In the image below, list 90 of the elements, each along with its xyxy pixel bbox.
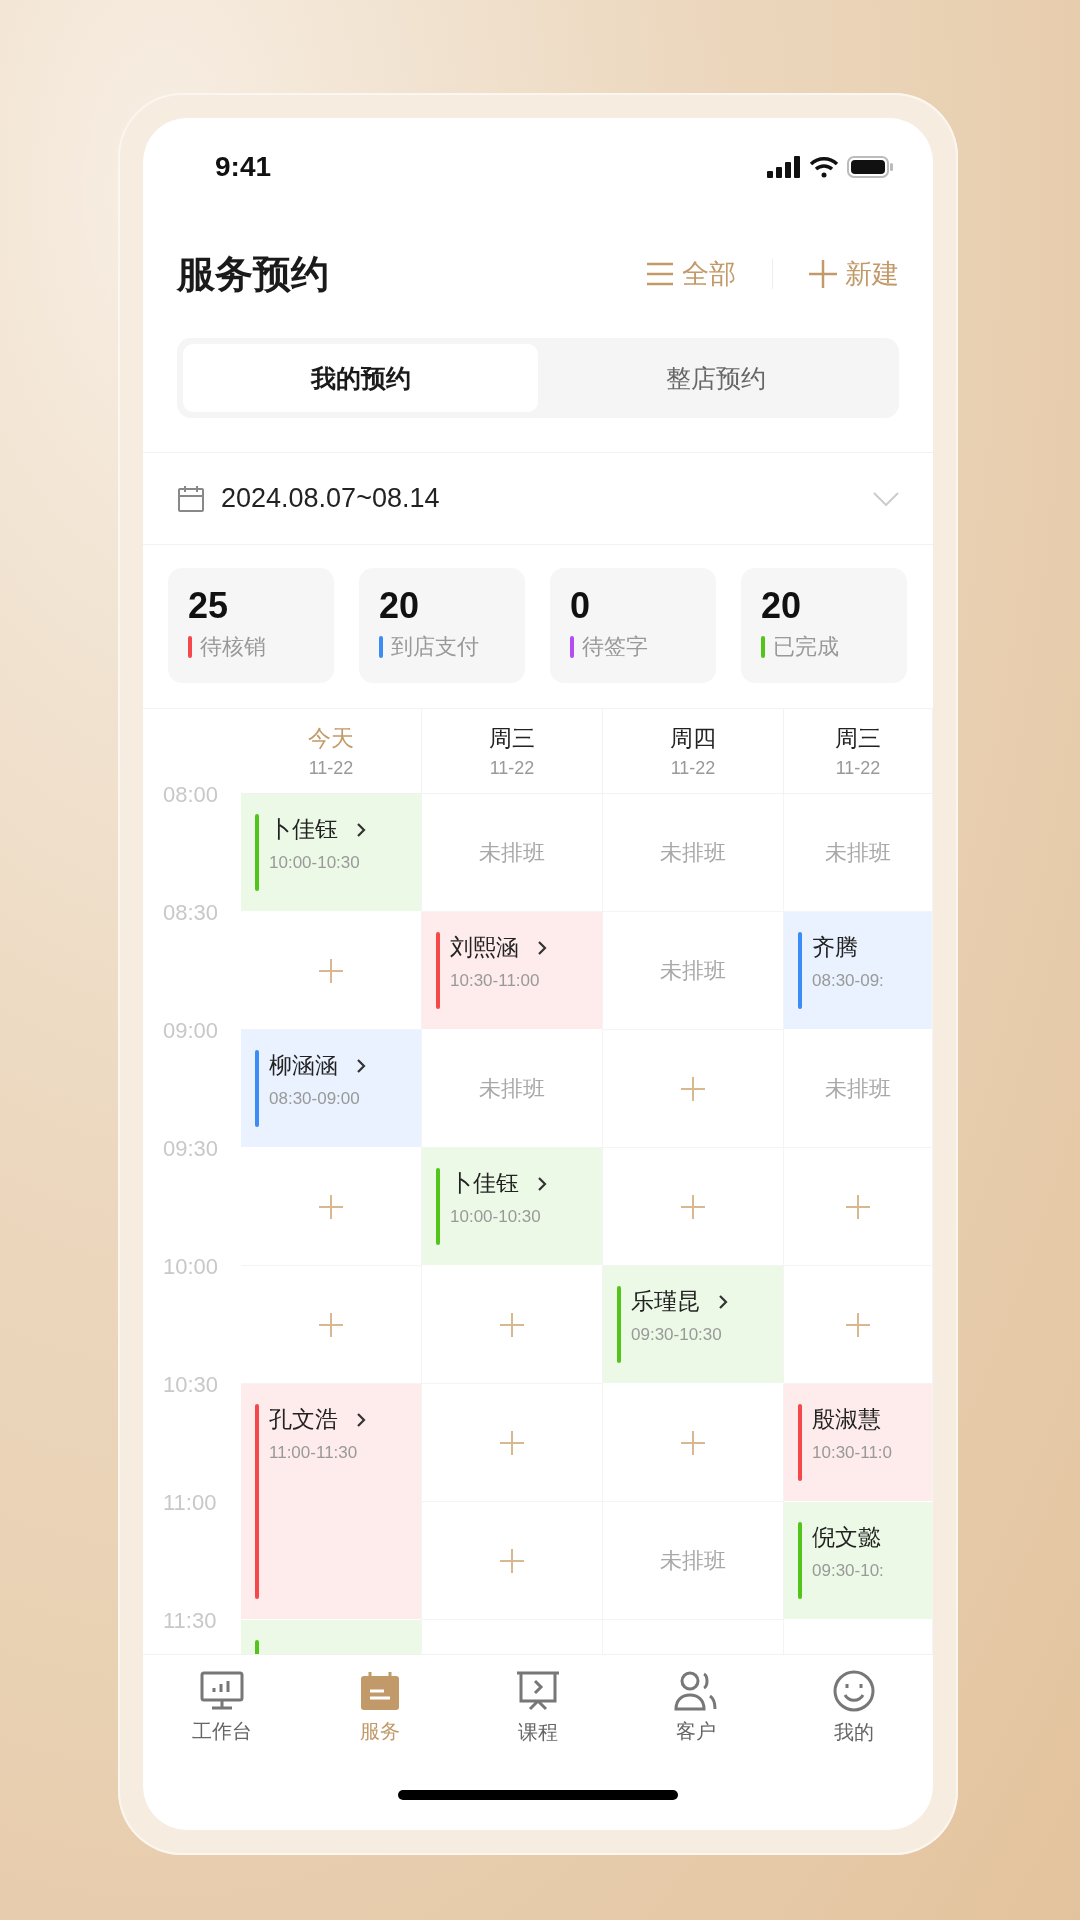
unscheduled-label: 未排班 [660, 956, 726, 985]
appointment-name: 乐瑾昆 [631, 1287, 700, 1316]
unscheduled-label: 未排班 [479, 838, 545, 867]
stat-value: 20 [379, 584, 421, 628]
appointment-name: 殷淑慧 [812, 1405, 881, 1434]
stat-label: 待签字 [582, 633, 648, 661]
stat-value: 20 [761, 584, 803, 628]
appointment-name: 卜佳钰 [450, 1169, 519, 1198]
appointment-name: 倪文懿 [812, 1523, 881, 1552]
appointment-card[interactable]: 柳涵涵 08:30-09:00 [241, 1030, 422, 1148]
day-date: 11-22 [835, 758, 881, 779]
calendar-icon [177, 484, 205, 513]
stat-label: 已完成 [773, 633, 839, 661]
unscheduled-label: 未排班 [660, 1546, 726, 1575]
add-slot-button[interactable] [603, 1030, 784, 1148]
day-name: 周三 [489, 724, 535, 753]
monitor-chart-icon [199, 1670, 245, 1712]
stat-card[interactable]: 0 待签字 [550, 568, 716, 683]
plus-icon [319, 958, 343, 983]
stat-value: 0 [570, 584, 592, 628]
tab[interactable]: 我的预约 [183, 344, 538, 412]
plus-icon [681, 1194, 705, 1219]
day-date: 11-22 [670, 758, 716, 779]
appointment-time: 10:00-10:30 [450, 1207, 542, 1227]
appointment-name: 齐腾 [812, 933, 858, 962]
add-slot-button[interactable] [422, 1502, 603, 1620]
appointment-card[interactable]: 刘熙涵 10:30-11:00 [422, 912, 603, 1030]
stat-card[interactable]: 20 到店支付 [359, 568, 525, 683]
day-name: 周三 [835, 724, 881, 753]
unscheduled-label: 未排班 [825, 838, 891, 867]
stat-value: 25 [188, 584, 230, 628]
stat-card[interactable]: 20 已完成 [741, 568, 907, 683]
day-date: 11-22 [308, 758, 354, 779]
appointment-card[interactable]: 卜佳钰 10:00-10:30 [422, 1148, 603, 1266]
appointment-time: 10:00-10:30 [269, 853, 361, 873]
unscheduled-label: 未排班 [660, 838, 726, 867]
add-slot-button[interactable] [784, 1148, 933, 1266]
chevron-down-icon[interactable] [873, 491, 899, 506]
tab[interactable]: 整店预约 [538, 344, 893, 412]
wifi-icon [809, 155, 839, 178]
appointment-name: 卜佳钰 [269, 815, 338, 844]
menu-icon [646, 262, 674, 286]
nav-item[interactable]: 工作台 [143, 1655, 301, 1760]
day-name: 周四 [670, 724, 716, 753]
appointment-time: 10:30-11:00 [450, 971, 541, 991]
appointment-name: 刘熙涵 [450, 933, 519, 962]
unscheduled-label: 未排班 [825, 1074, 891, 1103]
nav-item[interactable]: 客户 [617, 1655, 775, 1760]
plus-icon [319, 1194, 343, 1219]
appointment-time: 11:00-11:30 [269, 1443, 359, 1463]
appointment-time: 10:30-11:0 [812, 1443, 893, 1463]
appointment-name: 柳涵涵 [269, 1051, 338, 1080]
appointment-card[interactable]: 乐瑾昆 09:30-10:30 [603, 1266, 784, 1384]
plus-icon [846, 1312, 870, 1337]
signal-icon [767, 155, 801, 178]
plus-icon [681, 1430, 705, 1455]
plus-icon [809, 260, 837, 288]
nav-item[interactable]: 我的 [775, 1655, 933, 1760]
appointment-time: 08:30-09: [812, 971, 884, 991]
day-name: 今天 [308, 724, 354, 753]
appointment-card[interactable]: 殷淑慧 10:30-11:0 [784, 1384, 933, 1502]
stat-label: 待核销 [200, 633, 266, 661]
smiley-icon [832, 1669, 876, 1713]
appointment-card[interactable]: 卜佳钰 10:00-10:30 [241, 794, 422, 912]
nav-item[interactable]: 课程 [459, 1655, 617, 1760]
plus-icon [500, 1312, 524, 1337]
plus-icon [681, 1076, 705, 1101]
status-time: 9:41 [215, 150, 272, 183]
appointment-card[interactable]: 倪文懿 09:30-10: [784, 1502, 933, 1620]
plus-icon [319, 1312, 343, 1337]
unscheduled-label: 未排班 [479, 1074, 545, 1103]
stat-label: 到店支付 [391, 633, 479, 661]
plus-icon [500, 1430, 524, 1455]
appointment-time: 09:30-10: [812, 1561, 884, 1581]
appointment-name: 孔文浩 [269, 1405, 338, 1434]
date-range[interactable]: 2024.08.07~08.14 [221, 483, 857, 514]
battery-icon [847, 155, 893, 178]
add-slot-button[interactable] [422, 1384, 603, 1502]
users-icon [673, 1670, 719, 1712]
appointment-time: 08:30-09:00 [269, 1089, 361, 1109]
page-title: 服务预约 [177, 251, 330, 297]
appointment-card[interactable]: 齐腾 08:30-09: [784, 912, 933, 1030]
appointment-time: 09:30-10:30 [631, 1325, 723, 1345]
calendar-icon [358, 1670, 402, 1712]
appointment-card[interactable]: 孔文浩 11:00-11:30 [241, 1384, 422, 1620]
plus-icon [846, 1194, 870, 1219]
stat-card[interactable]: 25 待核销 [168, 568, 334, 683]
day-date: 11-22 [489, 758, 535, 779]
plus-icon [500, 1548, 524, 1573]
presentation-board-icon [515, 1669, 561, 1713]
